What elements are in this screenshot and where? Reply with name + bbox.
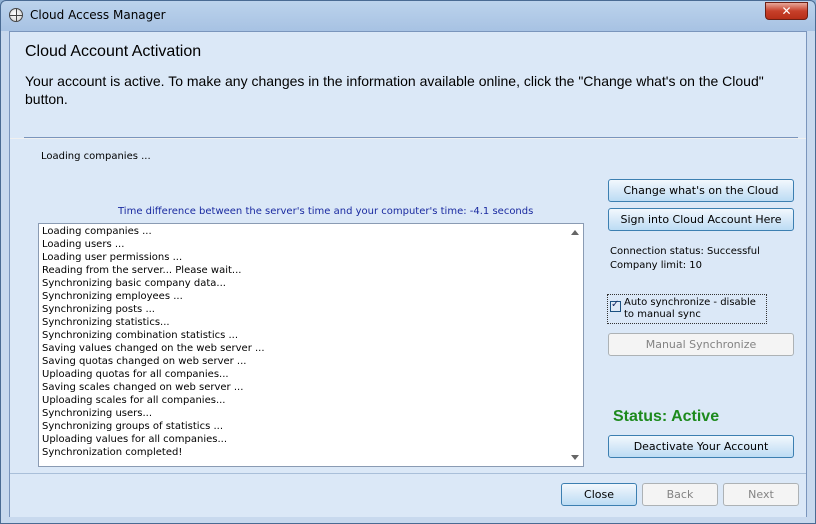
log-line: Uploading scales for all companies... [42,395,226,406]
window-close-button[interactable]: ✕ [765,2,808,20]
log-line: Uploading quotas for all companies... [42,369,229,380]
page-description: Your account is active. To make any chan… [25,73,764,107]
scroll-up-icon[interactable] [571,230,579,235]
log-line: Loading users ... [42,239,125,250]
globe-icon [9,8,23,22]
log-line: Uploading values for all companies... [42,434,228,445]
sign-in-button[interactable]: Sign into Cloud Account Here [608,208,794,231]
page-title: Cloud Account Activation [25,43,202,60]
log-line: Saving quotas changed on web server ... [42,356,247,367]
back-button[interactable]: Back [642,483,718,506]
log-line: Synchronization completed! [42,447,183,458]
window-title: Cloud Access Manager [30,8,166,22]
auto-sync-checkbox-row[interactable]: Auto synchronize - disable to manual syn… [607,294,767,324]
log-line: Synchronizing employees ... [42,291,183,302]
status-text: Status: Active [613,408,720,425]
auto-sync-label: Auto synchronize - disable to manual syn… [624,297,756,320]
log-line: Loading user permissions ... [42,252,183,263]
log-line: Synchronizing posts ... [42,304,155,315]
log-line: Synchronizing groups of statistics ... [42,421,223,432]
app-window: Cloud Access Manager ✕ Cloud Account Act… [0,0,816,524]
log-line: Saving scales changed on web server ... [42,382,244,393]
company-limit: Company limit: 10 [610,260,703,271]
time-difference-label: Time difference between the server's tim… [118,206,534,217]
header-panel: Cloud Account Activation Your account is… [10,32,806,138]
change-cloud-button[interactable]: Change what's on the Cloud [608,179,794,202]
deactivate-button[interactable]: Deactivate Your Account [608,435,794,458]
log-line: Synchronizing statistics... [42,317,170,328]
log-line: Reading from the server... Please wait..… [42,265,242,276]
log-line: Synchronizing combination statistics ... [42,330,239,341]
wizard-panel: Cloud Account Activation Your account is… [9,31,807,517]
next-button[interactable]: Next [723,483,799,506]
close-button[interactable]: Close [561,483,637,506]
manual-sync-button[interactable]: Manual Synchronize [608,333,794,356]
log-line: Synchronizing users... [42,408,153,419]
connection-status: Connection status: Successful [610,246,760,257]
title-bar[interactable]: Cloud Access Manager ✕ [1,1,815,31]
log-scrollbar[interactable] [567,224,583,466]
loading-text: Loading companies ... [41,151,151,162]
auto-sync-checkbox[interactable] [610,299,621,312]
sync-log-list[interactable]: Loading companies ... Loading users ... Lo… [38,223,584,467]
log-line: Saving values changed on the web server … [42,343,265,354]
log-line: Synchronizing basic company data... [42,278,226,289]
header-separator [24,137,798,138]
log-line: Loading companies ... [42,226,152,237]
scroll-down-icon[interactable] [571,455,579,460]
